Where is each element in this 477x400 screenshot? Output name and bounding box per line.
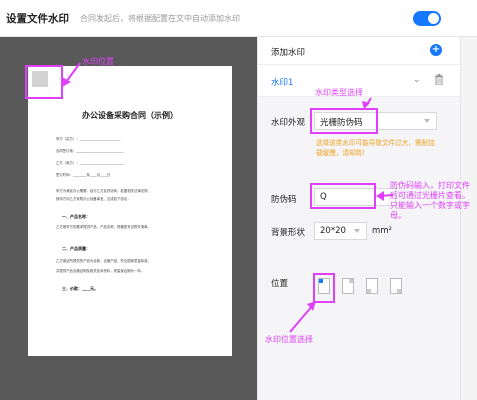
annotation-code-box [310,183,376,209]
watermark-toggle[interactable] [413,11,441,26]
position-marker [367,289,371,293]
annotation-code-note: 防伪码输入，打印文件后可通过光栅片查看。只能输入一个数字或字母。 [390,181,470,220]
watermark-name: 水印1 [271,78,294,88]
doc-party-line: 乙方（卖方）：__________________________ [56,161,124,165]
annotation-appearance-box [310,108,378,134]
doc-section-heading: 一、产品名称： [62,214,90,219]
bg-shape-unit: mm² [372,226,392,236]
page-title: 设置文件水印 [6,13,69,25]
add-watermark-title: 添加水印 [271,48,306,58]
position-bottom-right[interactable] [390,278,402,294]
doc-title: 办公设备采购合同（示例） [82,110,178,120]
add-watermark-row: 添加水印 + [258,37,461,65]
doc-party-line: 签订时间：________年____月____日 [56,173,111,177]
position-label: 位置 [271,279,289,289]
watermark-config-section: 水印外观 光栅防伪码 选择该类水印可能导致文件过大，需耐加载缓慢，请知晓！ 防伪… [258,97,461,400]
annotation-type-select: 水印类型选择 [315,88,363,97]
doc-body-line: 就甲方向乙方采购办公设备事宜，达成如下协议： [56,197,131,201]
position-top-right[interactable] [342,278,354,294]
annotation-position-box [313,273,335,303]
header-hint: 合同发起后，将根据配置在文中自动添加水印 [80,14,240,23]
position-marker [349,279,353,283]
size-warning: 选择该类水印可能导致文件过大，需耐加载缓慢，请知晓！ [316,139,435,157]
bg-shape-select[interactable]: 20*20 [314,222,367,240]
bg-shape-label: 背景形状 [271,228,306,238]
caret-down-icon [424,119,430,123]
code-label: 防伪码 [271,195,297,205]
add-watermark-button[interactable]: + [430,44,442,56]
doc-party-line: 甲方（买方）：________________________ [56,137,121,141]
doc-section-heading: 二、产品质量： [62,246,90,251]
annotation-watermark-position: 水印位置 [82,57,114,66]
annotation-position-select: 水印位置选择 [265,335,313,344]
position-bottom-left[interactable] [366,278,378,294]
document-page: 办公设备采购合同（示例） 甲方（买方）：____________________… [28,66,232,356]
doc-body-line: 乙方按甲方的要求提供产品，产品名称、规格型号见附件清单。 [56,225,151,229]
caret-down-icon [354,229,360,233]
doc-section-heading: 三、价款：____元。 [62,286,98,291]
doc-body-line: 并提供产品合格证明及相关技术资料，质量保证期为一年。 [56,269,145,273]
appearance-label: 水印外观 [271,118,306,128]
toggle-knob [428,13,439,24]
header-bar: 设置文件水印 合同发起后，将根据配置在文中自动添加水印 [0,0,477,37]
doc-party-line: 合同签订地：____________________________ [56,149,124,153]
watermark-settings-screen: 设置文件水印 合同发起后，将根据配置在文中自动添加水印 办公设备采购合同（示例）… [0,0,477,400]
annotation-watermark-box [25,65,63,99]
chevron-down-icon[interactable]: ⌄ [413,75,421,85]
position-marker [397,289,401,293]
doc-body-line: 乙方保证所提供的产品为全新、合格产品，符合国家质量标准， [56,259,151,263]
trash-icon[interactable] [434,74,444,85]
bg-shape-value: 20*20 [320,226,346,236]
doc-body-line: 甲方为满足办公需要，经与乙方友好协商，依据相关法律法规， [56,189,151,193]
